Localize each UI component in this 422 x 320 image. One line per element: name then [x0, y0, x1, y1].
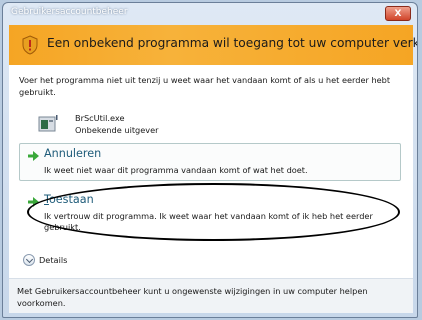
window-title: Gebruikersaccountbeheer	[11, 7, 128, 17]
cancel-option[interactable]: Annuleren Ik weet niet waar dit programm…	[19, 143, 401, 181]
arrow-right-icon	[28, 151, 39, 161]
banner-title: Een onbekend programma wil toegang tot u…	[47, 36, 418, 50]
allow-option-title: Toestaan	[44, 193, 94, 206]
allow-option[interactable]: Toestaan Ik vertrouw dit programma. Ik w…	[19, 189, 401, 241]
shield-warning-icon	[22, 35, 38, 55]
program-name: BrScUtil.exe	[75, 113, 125, 123]
details-label: Details	[39, 255, 68, 265]
intro-text: Voer het programma niet uit tenzij u wee…	[19, 75, 391, 97]
program-icon	[38, 115, 58, 132]
close-button[interactable]: X	[385, 6, 411, 21]
chevron-down-icon	[23, 254, 35, 266]
cancel-option-description: Ik weet niet waar dit programma vandaan …	[44, 165, 308, 175]
cancel-option-title: Annuleren	[44, 147, 102, 160]
warning-banner: Een onbekend programma wil toegang tot u…	[9, 25, 417, 67]
dialog-content: Voer het programma niet uit tenzij u wee…	[9, 65, 413, 313]
program-publisher: Onbekende uitgever	[75, 125, 159, 135]
uac-dialog: Gebruikersaccountbeheer X Een onbekend p…	[2, 2, 418, 318]
allow-title-rest: oestaan	[48, 193, 94, 206]
title-bar: Gebruikersaccountbeheer X	[3, 3, 417, 25]
allow-option-description: Ik vertrouw dit programma. Ik weet waar …	[44, 211, 373, 232]
arrow-right-icon	[28, 197, 39, 207]
footer-text: Met Gebruikersaccountbeheer kunt u ongew…	[17, 286, 368, 308]
footer: Met Gebruikersaccountbeheer kunt u ongew…	[9, 279, 413, 313]
